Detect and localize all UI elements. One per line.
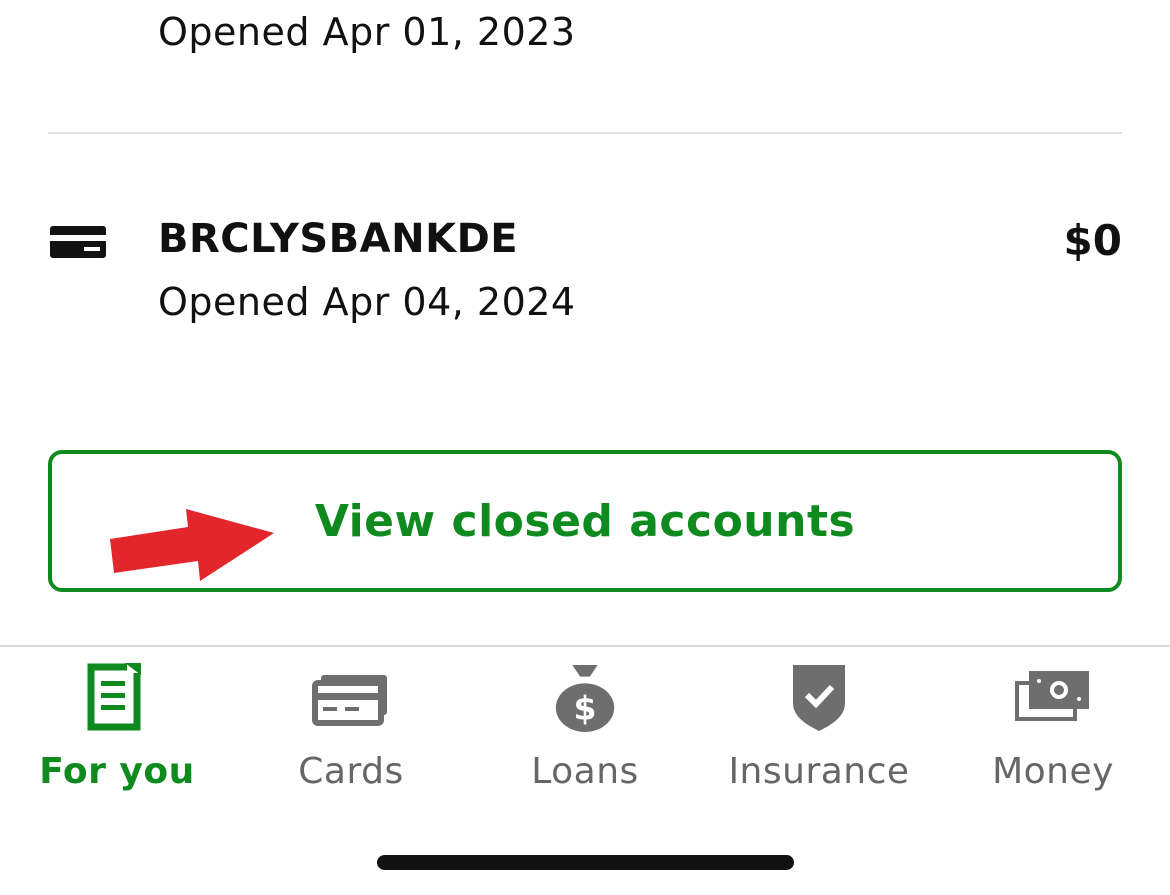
- tab-cards[interactable]: Cards: [234, 663, 468, 803]
- tab-label: Insurance: [728, 751, 910, 792]
- tab-money[interactable]: Money: [936, 663, 1170, 803]
- tab-loans[interactable]: $ Loans: [468, 663, 702, 803]
- view-closed-accounts-label: View closed accounts: [314, 495, 856, 547]
- account-balance: $0: [1063, 216, 1122, 265]
- tab-label: For you: [39, 751, 195, 792]
- svg-text:$: $: [574, 688, 597, 727]
- money-bag-icon: $: [555, 664, 615, 733]
- tab-label: Money: [992, 751, 1114, 792]
- account-divider: [48, 132, 1122, 134]
- cash-icon: [1015, 671, 1089, 721]
- tab-for-you[interactable]: For you: [0, 663, 234, 803]
- red-arrow-icon: [110, 509, 274, 581]
- credit-cards-icon: [312, 675, 387, 726]
- account-row[interactable]: BRCLYSBANKDE Opened Apr 04, 2024 $0: [48, 200, 1122, 340]
- shield-check-icon: [793, 665, 845, 731]
- credit-card-icon: [50, 226, 106, 258]
- tab-label: Loans: [531, 751, 639, 792]
- previous-account-opened-date: Opened Apr 01, 2023: [158, 10, 576, 54]
- account-opened-date: Opened Apr 04, 2024: [158, 280, 576, 324]
- tab-insurance[interactable]: Insurance: [702, 663, 936, 803]
- home-indicator[interactable]: [377, 855, 794, 870]
- account-name: BRCLYSBANKDE: [158, 216, 519, 262]
- document-list-icon: [87, 663, 141, 731]
- tab-label: Cards: [298, 751, 404, 792]
